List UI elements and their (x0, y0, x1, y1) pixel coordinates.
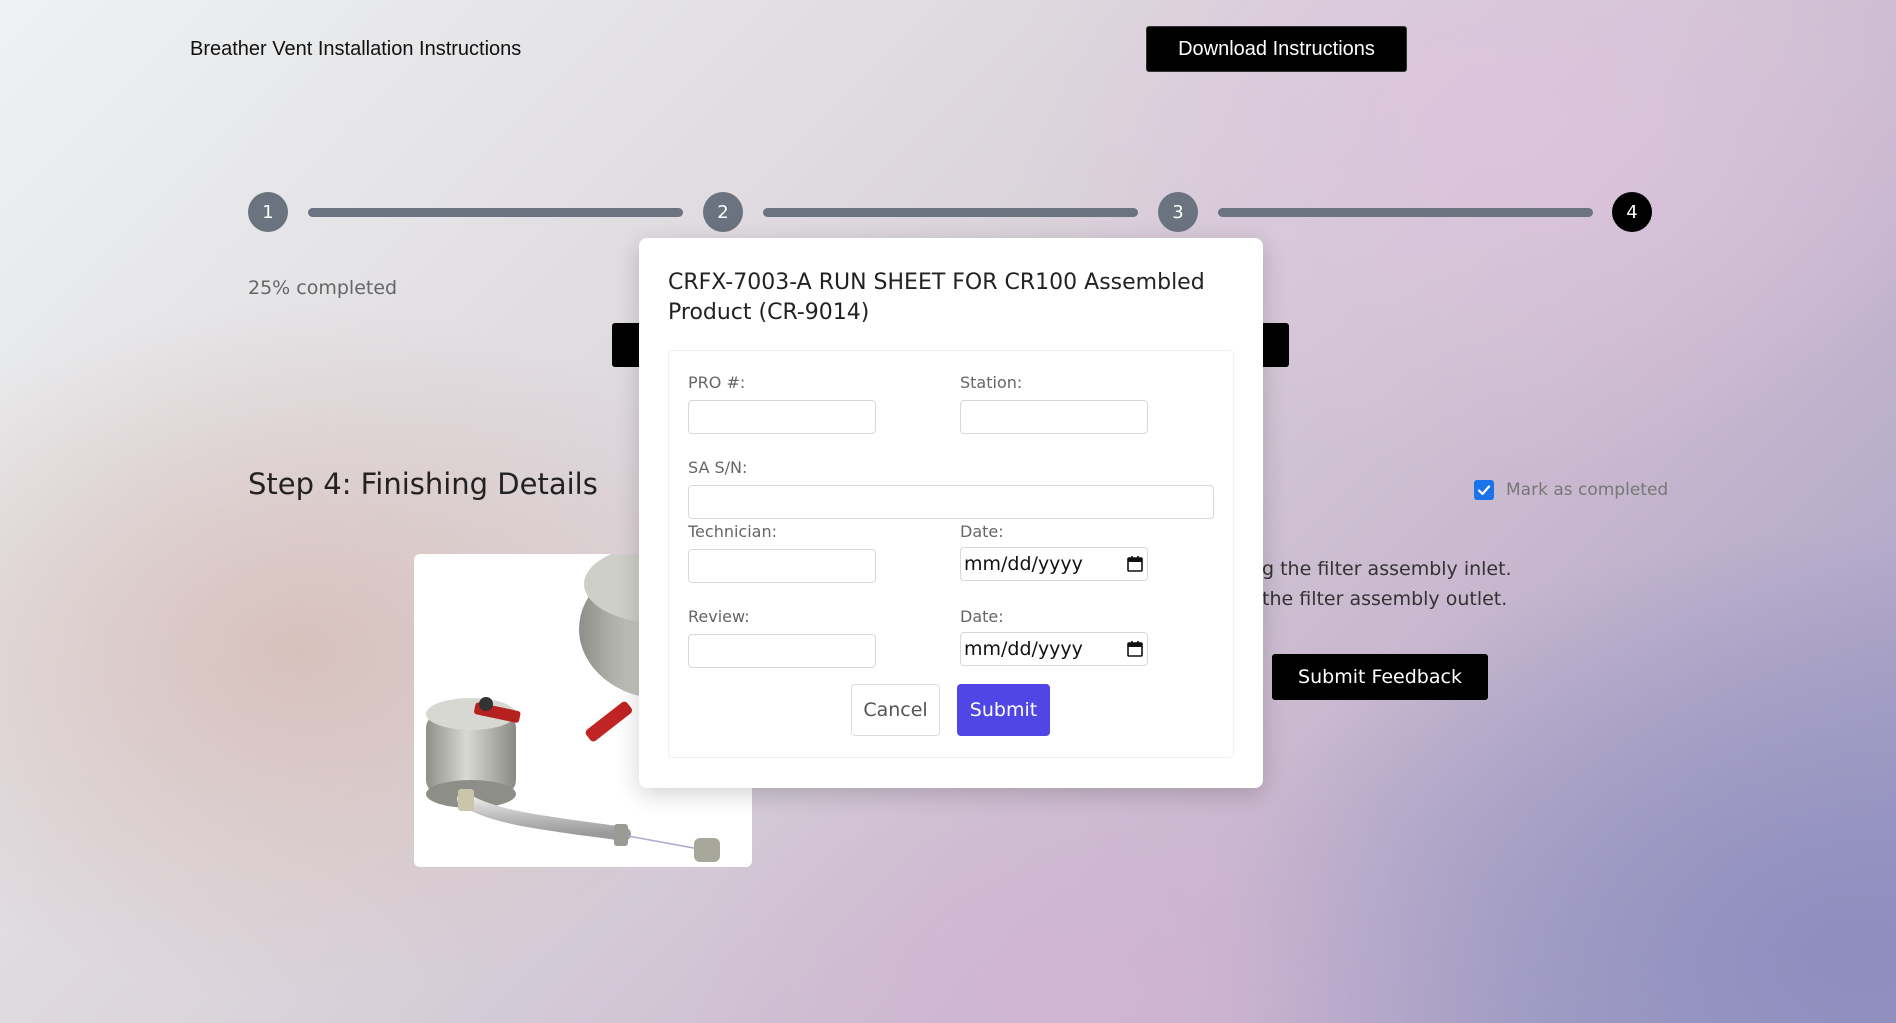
step-connector (763, 208, 1138, 217)
date-value: mm/dd/yyyy (964, 553, 1083, 575)
step-3-indicator[interactable]: 3 (1158, 192, 1198, 232)
sa-sn-input[interactable] (688, 485, 1214, 519)
calendar-icon[interactable] (1126, 640, 1144, 658)
progress-stepper: 1 2 3 4 (248, 192, 1654, 232)
submit-button[interactable]: Submit (957, 684, 1050, 736)
technician-input[interactable] (688, 549, 876, 583)
review-date-label: Date: (960, 607, 1004, 626)
step-connector (1218, 208, 1593, 217)
modal-title: CRFX-7003-A RUN SHEET FOR CR100 Assemble… (668, 270, 1205, 325)
instruction-line: g the filter assembly inlet. (1262, 558, 1512, 580)
sa-sn-label: SA S/N: (688, 458, 748, 477)
step-connector (308, 208, 683, 217)
progress-text: 25% completed (248, 277, 398, 299)
step-1-indicator[interactable]: 1 (248, 192, 288, 232)
review-input[interactable] (688, 634, 876, 668)
technician-date-label: Date: (960, 522, 1004, 541)
run-sheet-modal: CRFX-7003-A RUN SHEET FOR CR100 Assemble… (639, 238, 1263, 788)
pro-label: PRO #: (688, 373, 746, 392)
station-input[interactable] (960, 400, 1148, 434)
page-title: Breather Vent Installation Instructions (190, 38, 522, 60)
checkmark-icon (1477, 485, 1491, 496)
review-label: Review: (688, 607, 750, 626)
run-sheet-form: PRO #: Station: SA S/N: Technician: Date… (668, 350, 1234, 758)
mark-completed-label: Mark as completed (1506, 480, 1669, 500)
previous-step-button[interactable] (612, 323, 642, 367)
step-4-indicator[interactable]: 4 (1612, 192, 1652, 232)
station-label: Station: (960, 373, 1023, 392)
cancel-button[interactable]: Cancel (851, 684, 940, 736)
step-2-indicator[interactable]: 2 (703, 192, 743, 232)
technician-label: Technician: (688, 522, 777, 541)
mark-completed-control[interactable]: Mark as completed (1474, 480, 1668, 500)
download-instructions-button[interactable]: Download Instructions (1146, 26, 1407, 72)
review-date-input[interactable]: mm/dd/yyyy (960, 632, 1148, 666)
submit-feedback-button[interactable]: Submit Feedback (1272, 654, 1488, 700)
pro-input[interactable] (688, 400, 876, 434)
calendar-icon[interactable] (1126, 555, 1144, 573)
mark-completed-checkbox[interactable] (1474, 480, 1494, 500)
step-heading: Step 4: Finishing Details (248, 467, 598, 501)
technician-date-input[interactable]: mm/dd/yyyy (960, 547, 1148, 581)
instruction-line: the filter assembly outlet. (1262, 588, 1508, 610)
date-value: mm/dd/yyyy (964, 638, 1083, 660)
